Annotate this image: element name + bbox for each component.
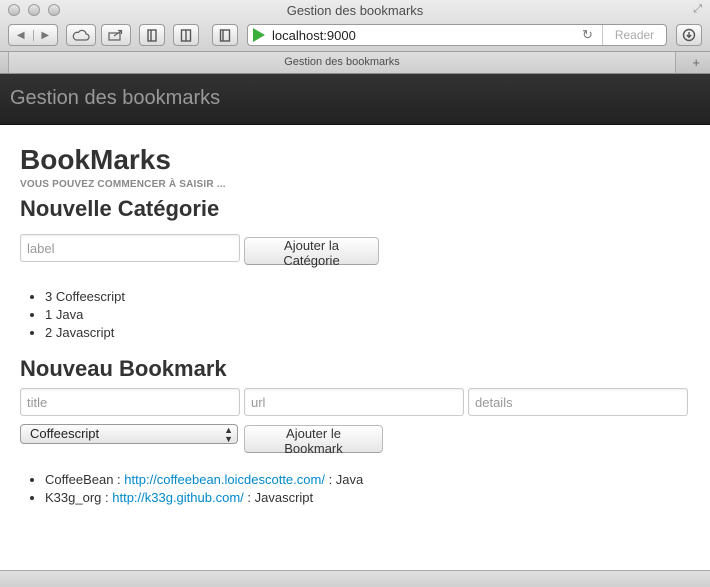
share-icon bbox=[108, 29, 123, 41]
category-item: 2 Javascript bbox=[45, 324, 125, 342]
bookmark-url-input[interactable] bbox=[244, 388, 464, 416]
page-subtitle: VOUS POUVEZ COMMENCER À SAISIR ... bbox=[20, 179, 226, 190]
bookmark-title-input[interactable] bbox=[20, 388, 240, 416]
tab-gestion-bookmarks[interactable]: Gestion des bookmarks bbox=[8, 52, 676, 73]
bookmark-separator: : bbox=[113, 472, 125, 487]
download-sidebar-button[interactable] bbox=[212, 24, 238, 46]
category-select-value: Coffeescript bbox=[30, 426, 100, 441]
bookmark-separator: : bbox=[101, 490, 113, 505]
icloud-button[interactable] bbox=[66, 24, 96, 46]
reload-icon[interactable]: ↻ bbox=[582, 27, 593, 43]
category-item: 1 Java bbox=[45, 306, 125, 324]
forward-icon[interactable]: ▶ bbox=[34, 30, 58, 41]
category-list: 3 Coffeescript 1 Java 2 Javascript bbox=[20, 288, 125, 342]
go-icon[interactable] bbox=[253, 28, 265, 42]
page-navbar: Gestion des bookmarks bbox=[0, 74, 710, 125]
category-label-input[interactable] bbox=[20, 234, 240, 262]
reading-list-button[interactable] bbox=[173, 24, 199, 46]
sidebar-icon bbox=[219, 28, 231, 42]
add-bookmark-button[interactable]: Ajouter le Bookmark bbox=[244, 425, 383, 456]
bookmark-name: CoffeeBean bbox=[45, 472, 114, 487]
bookmark-category: Java bbox=[335, 472, 364, 487]
reader-button[interactable]: Reader bbox=[602, 25, 666, 45]
bookmark-section-heading: Nouveau Bookmark bbox=[20, 356, 227, 381]
bookmark-name: K33g_org bbox=[45, 490, 102, 505]
bookmark-link[interactable]: http://k33g.github.com/ bbox=[112, 490, 244, 505]
download-icon bbox=[682, 28, 696, 42]
back-icon[interactable]: ◀ bbox=[9, 29, 34, 41]
select-arrows-icon: ▲ ▼ bbox=[224, 425, 233, 444]
bookmark-separator: : bbox=[324, 472, 336, 487]
share-button[interactable] bbox=[101, 24, 131, 46]
tab-bar: Gestion des bookmarks + bbox=[0, 52, 710, 74]
bookmark-list: CoffeeBean : http://coffeebean.loicdesco… bbox=[20, 471, 363, 507]
reading-list-icon bbox=[180, 28, 192, 42]
page-content: BookMarks VOUS POUVEZ COMMENCER À SAISIR… bbox=[20, 143, 690, 223]
cloud-icon bbox=[72, 29, 90, 41]
book-icon bbox=[147, 28, 157, 42]
downloads-button[interactable] bbox=[676, 24, 702, 46]
category-section-heading: Nouvelle Catégorie bbox=[20, 196, 220, 221]
new-tab-icon[interactable]: + bbox=[692, 55, 700, 70]
status-bar bbox=[0, 570, 710, 587]
navbar-brand[interactable]: Gestion des bookmarks bbox=[10, 87, 220, 110]
bookmark-item: CoffeeBean : http://coffeebean.loicdesco… bbox=[45, 471, 363, 489]
window-title: Gestion des bookmarks bbox=[286, 3, 424, 18]
address-text: localhost:9000 bbox=[272, 28, 356, 43]
bookmark-details-input[interactable] bbox=[468, 388, 688, 416]
back-forward-buttons: ◀ ▶ bbox=[8, 24, 58, 46]
bookmark-link[interactable]: http://coffeebean.loicdescotte.com/ bbox=[124, 472, 325, 487]
fullscreen-icon[interactable]: ⤢ bbox=[693, 3, 702, 16]
add-category-button[interactable]: Ajouter la Catégorie bbox=[244, 237, 379, 268]
window-titlebar: Gestion des bookmarks ⤢ ◀ ▶ localhost:90… bbox=[0, 0, 710, 52]
bookmarks-button[interactable] bbox=[139, 24, 165, 46]
bookmark-category: Javascript bbox=[254, 490, 314, 505]
category-item: 3 Coffeescript bbox=[45, 288, 125, 306]
address-bar[interactable]: localhost:9000 ↻ Reader bbox=[247, 24, 667, 46]
bookmark-separator: : bbox=[243, 490, 255, 505]
category-select[interactable]: Coffeescript ▲ ▼ bbox=[20, 424, 238, 444]
page-title: BookMarks bbox=[20, 144, 171, 175]
bookmark-item: K33g_org : http://k33g.github.com/ : Jav… bbox=[45, 489, 363, 507]
